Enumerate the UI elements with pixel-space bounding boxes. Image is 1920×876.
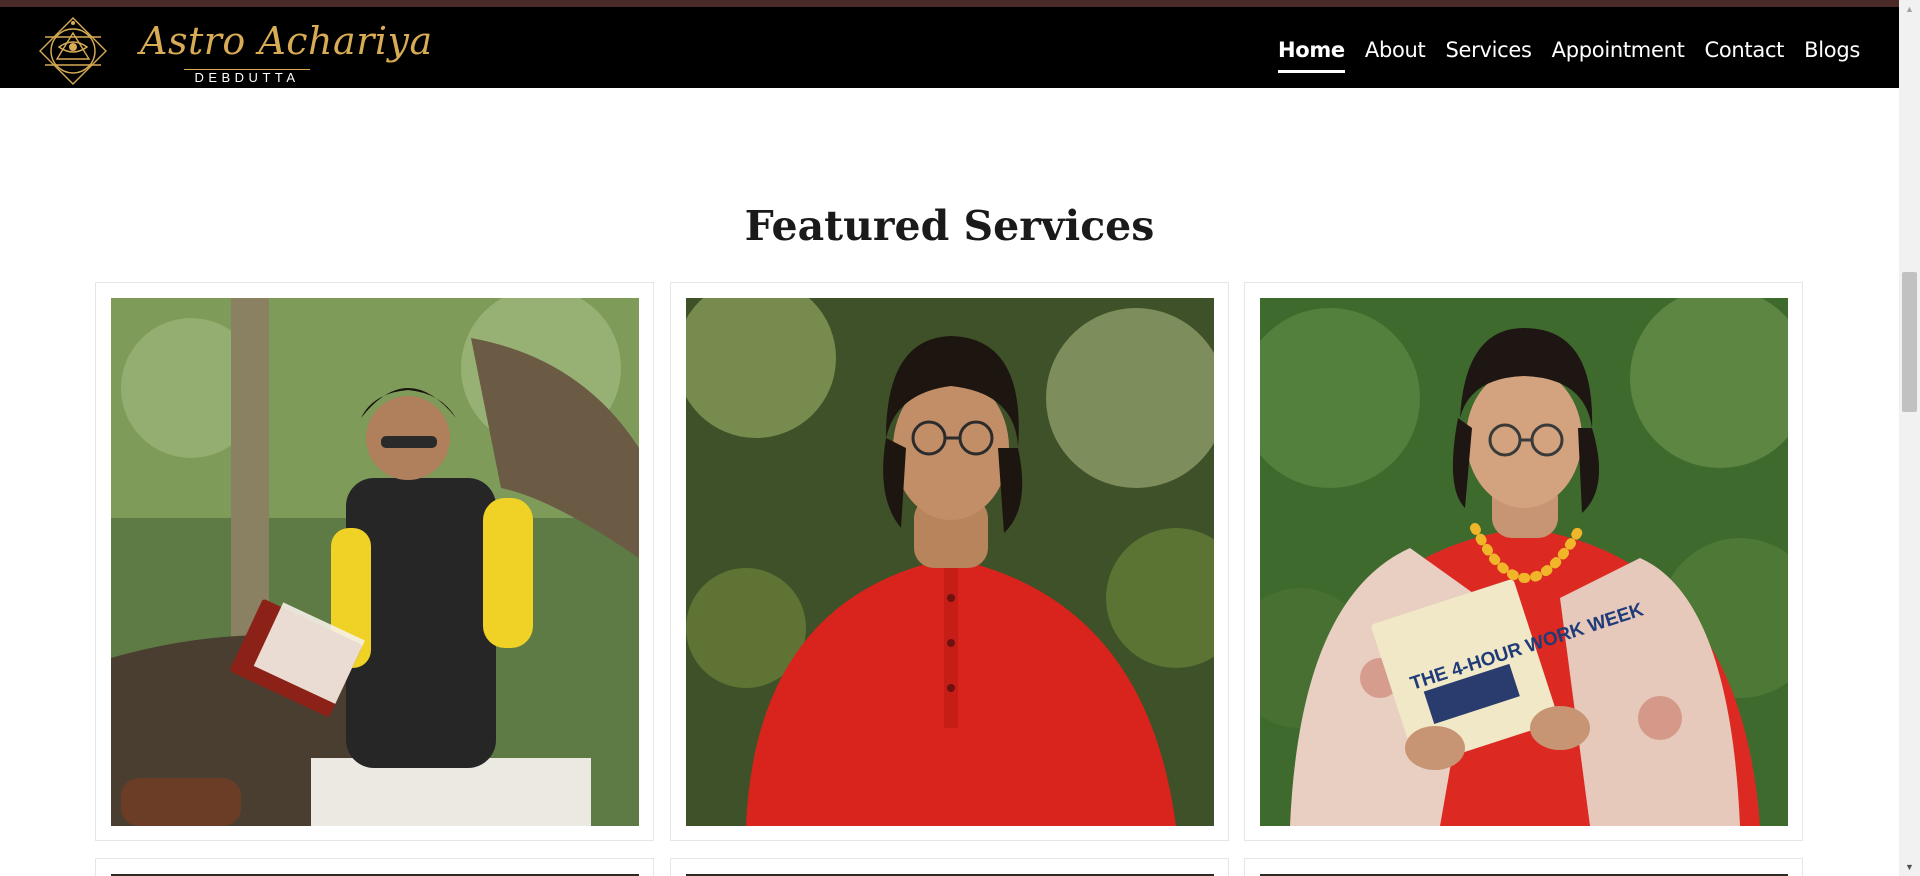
- logo-wordmark: Astro Achariya: [140, 19, 433, 63]
- page-scrollbar[interactable]: ▲ ▼: [1899, 0, 1920, 876]
- service-photo-1[interactable]: [111, 298, 639, 826]
- scroll-up-arrow-icon[interactable]: ▲: [1899, 2, 1920, 16]
- logo-subtitle: DEBDUTTA: [184, 69, 310, 86]
- main-nav: Home About Services Appointment Contact …: [1277, 38, 1860, 73]
- site-logo[interactable]: Astro Achariya DEBDUTTA: [140, 19, 432, 86]
- top-accent-strip: [0, 0, 1899, 7]
- nav-home[interactable]: Home: [1277, 38, 1345, 73]
- site-header: Astro Achariya DEBDUTTA Home About Servi…: [0, 7, 1899, 88]
- nav-appointment[interactable]: Appointment: [1552, 38, 1685, 73]
- third-eye-emblem-icon[interactable]: [37, 15, 109, 87]
- scrollbar-thumb[interactable]: [1902, 272, 1917, 412]
- service-card-4[interactable]: [95, 858, 654, 876]
- service-card-5[interactable]: [670, 858, 1229, 876]
- nav-services[interactable]: Services: [1445, 38, 1531, 73]
- service-card-2[interactable]: [670, 282, 1229, 841]
- service-photo-3[interactable]: THE 4-HOUR WORK WEEK: [1260, 298, 1788, 826]
- service-photo-2[interactable]: [686, 298, 1214, 826]
- service-card-3[interactable]: THE 4-HOUR WORK WEEK: [1244, 282, 1803, 841]
- scroll-down-arrow-icon[interactable]: ▼: [1899, 860, 1920, 874]
- service-card-6[interactable]: [1244, 858, 1803, 876]
- service-card-1[interactable]: [95, 282, 654, 841]
- nav-contact[interactable]: Contact: [1705, 38, 1785, 73]
- nav-blogs[interactable]: Blogs: [1804, 38, 1860, 73]
- section-title: Featured Services: [744, 202, 1155, 250]
- nav-about[interactable]: About: [1365, 38, 1426, 73]
